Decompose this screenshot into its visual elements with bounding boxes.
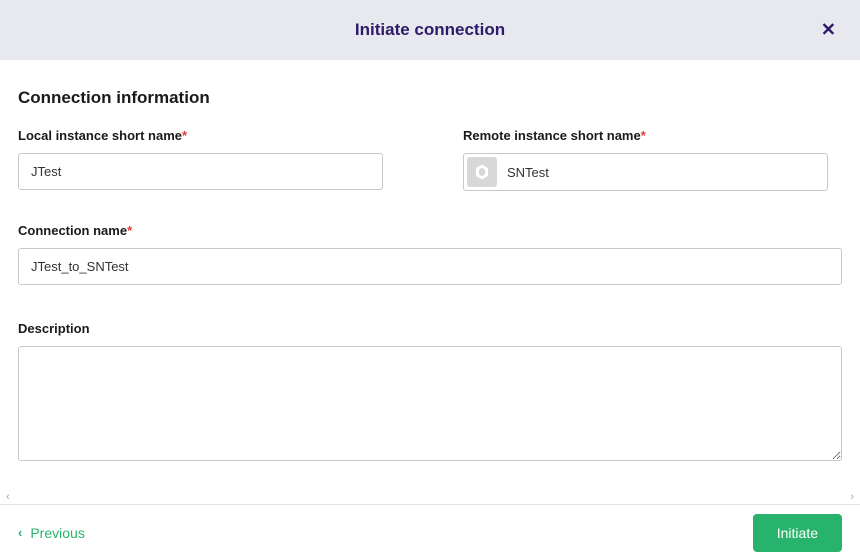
connection-name-input[interactable] [18, 248, 842, 285]
connection-name-label-text: Connection name [18, 223, 127, 238]
description-group: Description [18, 321, 842, 461]
form-row-names: Local instance short name* Remote instan… [18, 128, 842, 191]
chevron-left-icon: ‹ [18, 525, 22, 540]
remote-instance-group: Remote instance short name* SNTest [463, 128, 828, 191]
remote-instance-field[interactable]: SNTest [463, 153, 828, 191]
horizontal-scroll-indicator: ‹ › [0, 490, 860, 504]
required-marker: * [641, 128, 646, 143]
close-icon[interactable]: ✕ [821, 20, 836, 41]
connection-name-group: Connection name* [18, 223, 842, 285]
remote-instance-value: SNTest [507, 159, 549, 186]
dialog-footer: ‹ Previous Initiate [0, 504, 860, 560]
description-label: Description [18, 321, 842, 336]
remote-instance-label-text: Remote instance short name [463, 128, 641, 143]
dialog-title: Initiate connection [355, 20, 505, 40]
description-input[interactable] [18, 346, 842, 461]
content-area: Connection information Local instance sh… [0, 60, 860, 490]
local-instance-label-text: Local instance short name [18, 128, 182, 143]
previous-button-label: Previous [30, 525, 84, 541]
scroll-right-arrow: › [850, 491, 854, 503]
remote-instance-label: Remote instance short name* [463, 128, 828, 143]
previous-button[interactable]: ‹ Previous [18, 525, 85, 541]
initiate-button[interactable]: Initiate [753, 514, 842, 552]
local-instance-group: Local instance short name* [18, 128, 383, 191]
connection-name-label: Connection name* [18, 223, 842, 238]
local-instance-input[interactable] [18, 153, 383, 190]
remote-app-icon [467, 157, 497, 187]
required-marker: * [127, 223, 132, 238]
local-instance-label: Local instance short name* [18, 128, 383, 143]
required-marker: * [182, 128, 187, 143]
dialog-header: Initiate connection ✕ [0, 0, 860, 60]
scroll-left-arrow: ‹ [6, 491, 10, 503]
section-title: Connection information [18, 88, 842, 108]
